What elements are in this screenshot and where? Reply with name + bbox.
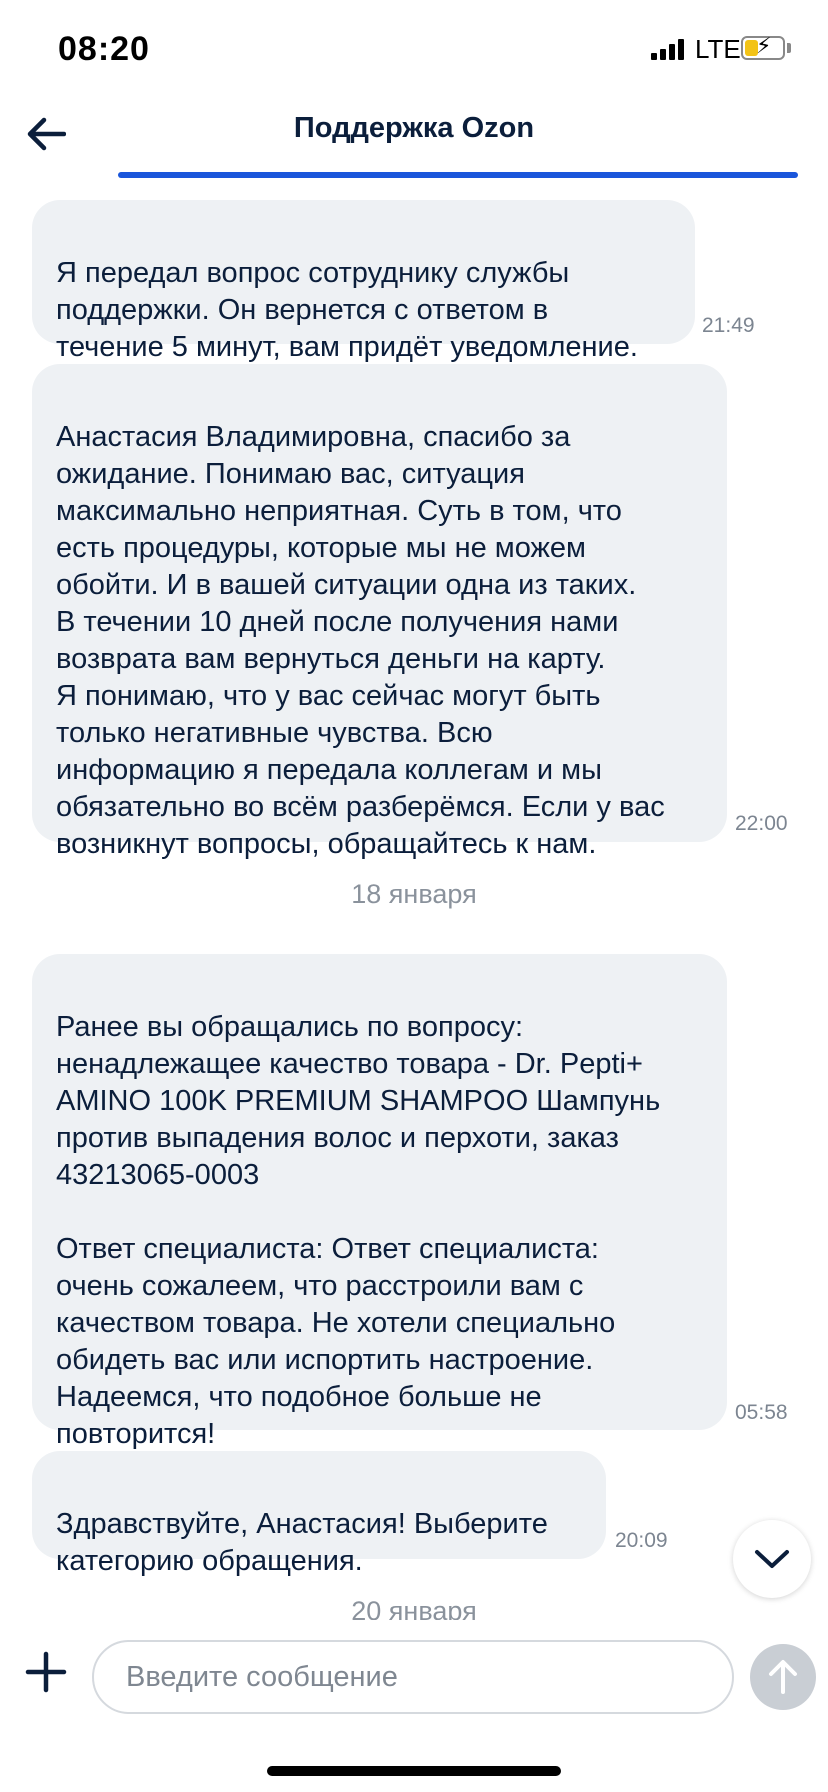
home-indicator xyxy=(267,1766,561,1776)
network-type: LTE xyxy=(695,34,741,64)
message-bubble: Я передал вопрос сотруднику службы подде… xyxy=(32,200,695,363)
message-text: Здравствуйте, Анастасия! Выберите катего… xyxy=(56,1508,548,1577)
message-time: 20:09 xyxy=(615,1529,668,1552)
message-time: 21:49 xyxy=(702,314,755,337)
signal-icon xyxy=(651,38,685,60)
plus-icon xyxy=(25,1651,67,1693)
message-text: Анастасия Владимировна, спасибо за ожида… xyxy=(56,421,665,860)
header-accent-line xyxy=(118,172,798,178)
send-button[interactable] xyxy=(750,1644,816,1710)
message-text: Ранее вы обращались по вопросу: ненадлеж… xyxy=(56,1011,661,1450)
nav-bar: Поддержка Ozon xyxy=(0,100,828,180)
message-bubble: Ранее вы обращались по вопросу: ненадлеж… xyxy=(32,954,727,1450)
message-input[interactable] xyxy=(92,1640,734,1714)
attach-button[interactable] xyxy=(24,1650,68,1694)
status-bar: 08:20 LTE ⚡ xyxy=(0,0,828,100)
arrow-up-icon xyxy=(769,1660,797,1694)
date-separator: 18 января xyxy=(351,879,477,909)
message-bubble: Анастасия Владимировна, спасибо за ожида… xyxy=(32,364,727,860)
message-time: 22:00 xyxy=(735,812,788,835)
message-bubble: Здравствуйте, Анастасия! Выберите катего… xyxy=(32,1451,606,1577)
page-title: Поддержка Ozon xyxy=(293,112,535,144)
chevron-down-icon xyxy=(755,1550,789,1568)
message-text: Я передал вопрос сотруднику службы подде… xyxy=(56,257,638,363)
charging-icon: ⚡ xyxy=(756,33,772,58)
status-time: 08:20 xyxy=(58,30,150,68)
message-time: 05:58 xyxy=(735,1401,788,1424)
scroll-down-button[interactable] xyxy=(733,1520,811,1598)
battery-tip xyxy=(787,43,791,53)
